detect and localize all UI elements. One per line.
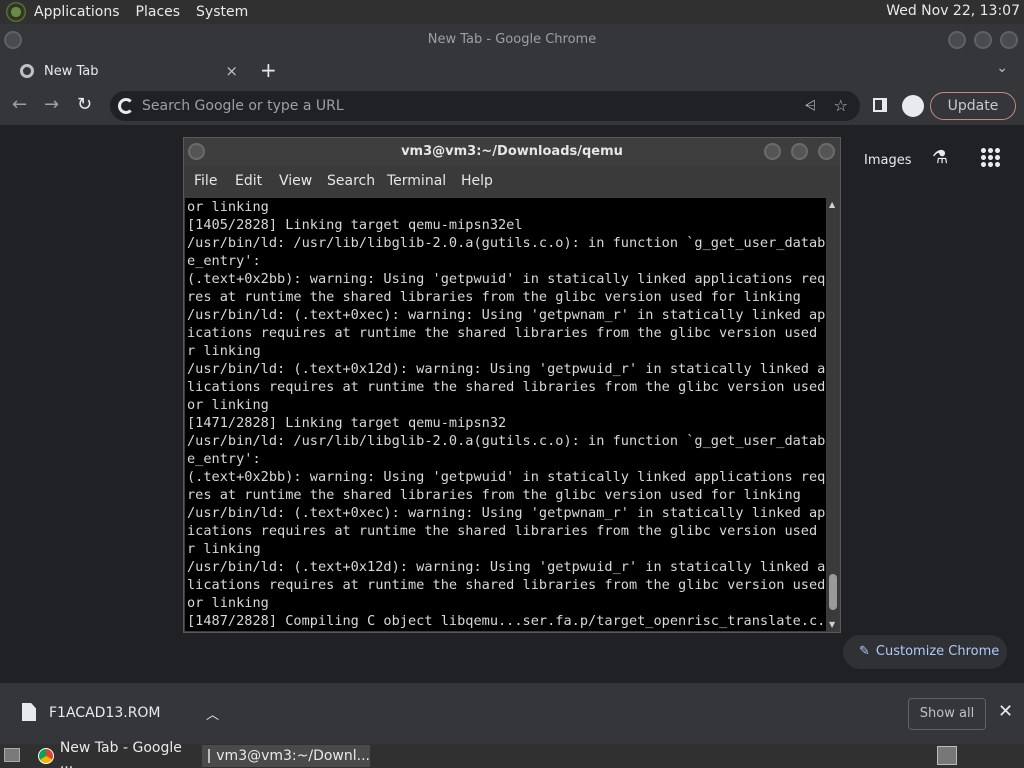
menu-help[interactable]: Help (461, 173, 493, 189)
terminal-close-button[interactable] (818, 143, 835, 160)
taskbar-item-terminal[interactable]: vm3@vm3:~/Downl... (202, 745, 370, 767)
tab-strip: New Tab × + ⌄ (0, 56, 1024, 86)
omnibox[interactable]: Search Google or type a URL ⩤ ☆ (110, 91, 860, 121)
terminal-line: or linking (187, 199, 269, 215)
update-button[interactable]: Update (930, 92, 1016, 120)
terminal-line: /usr/bin/ld: (.text+0x12d): warning: Usi… (187, 361, 826, 377)
terminal-line: lications requires at runtime the shared… (187, 379, 826, 395)
file-icon (22, 703, 36, 721)
side-panel-icon[interactable] (873, 98, 887, 112)
terminal-window: vm3@vm3:~/Downloads/qemu File Edit View … (183, 137, 841, 633)
toolbar: ← → ↻ Search Google or type a URL ⩤ ☆ Up… (0, 86, 1024, 126)
taskbar-item-terminal-label: vm3@vm3:~/Downl... (216, 748, 370, 764)
terminal-last-line: [1487/2828] Compiling C object libqemu..… (187, 612, 826, 630)
google-apps-grid-icon[interactable] (980, 147, 1000, 167)
bottom-taskbar: New Tab - Google ... vm3@vm3:~/Downl... (0, 740, 1024, 768)
show-desktop-icon[interactable] (4, 748, 20, 762)
terminal-window-menu-button[interactable] (188, 143, 205, 160)
terminal-line: (.text+0x2bb): warning: Using 'getpwuid'… (187, 469, 826, 485)
close-window-button[interactable] (1000, 31, 1018, 49)
chevron-up-icon[interactable]: ︿ (206, 704, 219, 723)
desktop: Applications Places System Wed Nov 22, 1… (0, 0, 1024, 768)
terminal-line: e_entry': (187, 451, 261, 467)
menu-file[interactable]: File (194, 173, 217, 189)
pencil-icon: ✎ (859, 644, 870, 659)
maximize-button[interactable] (974, 31, 992, 49)
menu-view[interactable]: View (279, 173, 312, 189)
workspace-switcher[interactable] (937, 746, 957, 765)
forward-arrow-icon[interactable]: → (44, 94, 59, 115)
show-all-button[interactable]: Show all (908, 698, 986, 730)
download-shelf: F1ACAD13.ROM ︿ Show all ✕ (0, 682, 1024, 744)
profile-avatar-icon[interactable] (902, 95, 924, 117)
terminal-line: or linking (187, 397, 269, 413)
labs-flask-icon[interactable]: ⚗ (932, 147, 948, 168)
terminal-icon (208, 749, 211, 763)
terminal-line: or linking (187, 595, 269, 611)
clock[interactable]: Wed Nov 22, 13:07 (886, 3, 1020, 19)
terminal-line: /usr/bin/ld: /usr/lib/libglib-2.0.a(guti… (187, 235, 826, 251)
terminal-title: vm3@vm3:~/Downloads/qemu (184, 138, 840, 166)
chrome-window-title: New Tab - Google Chrome (0, 24, 1024, 56)
terminal-line: e_entry': (187, 253, 261, 269)
terminal-line: ications requires at runtime the shared … (187, 325, 826, 341)
terminal-lines: or linking [1405/2828] Linking target qem… (187, 198, 826, 612)
customize-label: Customize Chrome (875, 644, 1000, 659)
terminal-line: /usr/bin/ld: (.text+0x12d): warning: Usi… (187, 559, 826, 575)
terminal-line: r linking (187, 541, 261, 557)
menu-edit[interactable]: Edit (235, 173, 262, 189)
reload-icon[interactable]: ↻ (77, 94, 92, 115)
terminal-line: [1471/2828] Linking target qemu-mipsn32 (187, 415, 507, 431)
terminal-line: /usr/bin/ld: (.text+0xec): warning: Usin… (187, 307, 826, 323)
terminal-line: [1405/2828] Linking target qemu-mipsn32e… (187, 217, 523, 233)
terminal-line: r linking (187, 343, 261, 359)
taskbar-item-chrome-label: New Tab - Google ... (59, 740, 182, 768)
system-menu[interactable]: System (196, 4, 248, 20)
minimize-button[interactable] (948, 31, 966, 49)
scroll-up-arrow-icon[interactable]: ▲ (829, 200, 835, 209)
download-item[interactable]: F1ACAD13.ROM (49, 705, 161, 721)
tab-title: New Tab (44, 63, 99, 79)
tab-close-icon[interactable]: × (225, 62, 238, 80)
terminal-minimize-button[interactable] (764, 143, 781, 160)
bookmark-star-icon[interactable]: ☆ (834, 91, 848, 121)
customize-chrome-button[interactable]: ✎ Customize Chrome (843, 635, 1007, 669)
close-shelf-icon[interactable]: ✕ (998, 701, 1013, 722)
terminal-line: /usr/bin/ld: (.text+0xec): warning: Usin… (187, 505, 826, 521)
taskbar-item-chrome[interactable]: New Tab - Google ... (32, 740, 198, 768)
terminal-line: res at runtime the shared libraries from… (187, 289, 801, 305)
chrome-favicon-icon (20, 64, 34, 78)
back-arrow-icon[interactable]: ← (12, 94, 27, 115)
terminal-line: /usr/bin/ld: /usr/lib/libglib-2.0.a(guti… (187, 433, 826, 449)
distro-logo-icon[interactable] (6, 2, 26, 22)
top-panel: Applications Places System Wed Nov 22, 1… (0, 0, 1024, 24)
google-g-icon (118, 98, 134, 114)
terminal-last-line-text: [1487/2828] Compiling C object libqemu..… (187, 613, 826, 629)
terminal-line: (.text+0x2bb): warning: Using 'getpwuid'… (187, 271, 826, 287)
new-tab-button[interactable]: + (260, 58, 277, 82)
terminal-line: ications requires at runtime the shared … (187, 523, 826, 539)
window-menu-button[interactable] (4, 31, 22, 49)
menu-search[interactable]: Search (327, 173, 375, 189)
menu-terminal[interactable]: Terminal (387, 173, 446, 189)
scrollbar-thumb[interactable] (829, 574, 837, 610)
images-link[interactable]: Images (864, 153, 912, 168)
terminal-menubar: File Edit View Search Terminal Help (184, 166, 840, 196)
tab-new-tab[interactable]: New Tab × (8, 56, 248, 86)
terminal-scrollbar[interactable]: ▲ ▼ (827, 198, 839, 631)
tab-search-chevron-icon[interactable]: ⌄ (996, 60, 1008, 76)
share-icon[interactable]: ⩤ (805, 91, 816, 121)
terminal-line: res at runtime the shared libraries from… (187, 487, 801, 503)
terminal-line: lications requires at runtime the shared… (187, 577, 826, 593)
applications-menu[interactable]: Applications (34, 4, 120, 20)
chrome-icon (38, 748, 54, 764)
scroll-down-arrow-icon[interactable]: ▼ (829, 620, 835, 629)
terminal-maximize-button[interactable] (791, 143, 808, 160)
omnibox-placeholder: Search Google or type a URL (142, 98, 344, 114)
places-menu[interactable]: Places (136, 4, 181, 20)
terminal-output[interactable]: or linking [1405/2828] Linking target qem… (185, 198, 826, 631)
